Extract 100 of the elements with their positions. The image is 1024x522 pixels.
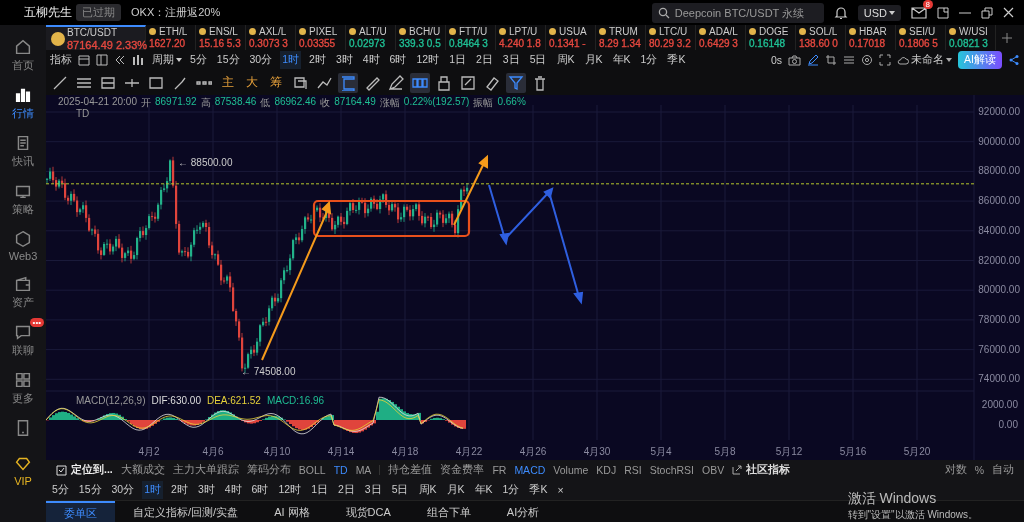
period-tab[interactable]: 3日: [500, 51, 522, 69]
bell-icon[interactable]: [833, 5, 848, 20]
sidebar-item[interactable]: 更多: [2, 366, 44, 406]
crop-icon[interactable]: [825, 54, 838, 66]
ticker-tab[interactable]: PIXEL 0.03355: [296, 25, 346, 50]
scale-option[interactable]: %: [974, 464, 984, 476]
scale-option[interactable]: 对数: [944, 463, 967, 477]
period-tab[interactable]: 5日: [527, 51, 549, 69]
period-tab[interactable]: 2日: [473, 51, 495, 69]
settings-icon[interactable]: [861, 54, 874, 66]
bottom-tab[interactable]: AI 网格: [256, 501, 328, 522]
bottom-tab[interactable]: 组合下单: [408, 501, 489, 522]
candle-icon[interactable]: [132, 54, 146, 66]
period-tab[interactable]: 3时: [333, 51, 355, 69]
search-field[interactable]: Deepcoin BTC/USDT 永续: [651, 2, 824, 23]
period-tab[interactable]: 6时: [387, 51, 409, 69]
period-tab[interactable]: 1时: [142, 481, 164, 499]
add-icon[interactable]: [1002, 32, 1012, 43]
period-tab[interactable]: 2日: [335, 481, 357, 499]
list-icon[interactable]: [843, 54, 856, 66]
sidebar-item[interactable]: 行情: [2, 81, 44, 121]
period-tab[interactable]: 周K: [554, 51, 577, 69]
period-tab[interactable]: 5日: [389, 481, 411, 499]
period-tab[interactable]: 1日: [309, 481, 330, 499]
indicator-tab[interactable]: KDJ: [596, 464, 617, 476]
sidebar-item[interactable]: VIP: [2, 450, 44, 487]
close-button[interactable]: ×: [555, 482, 566, 498]
period-tab[interactable]: 2时: [307, 51, 328, 69]
indicator-button[interactable]: 指标: [50, 53, 72, 67]
ticker-tab[interactable]: FTT/U 0.8464 3: [446, 25, 496, 50]
indicator-tab[interactable]: 主力大单跟踪: [172, 463, 239, 477]
period-tab[interactable]: 季K: [527, 481, 550, 499]
layout-icon[interactable]: [96, 54, 108, 66]
period-tab[interactable]: 15分: [76, 481, 104, 499]
bottom-tab[interactable]: 委单区: [46, 501, 115, 522]
indicator-tab[interactable]: Volume: [553, 464, 589, 476]
close-icon[interactable]: [1003, 7, 1014, 18]
filter-tool[interactable]: [506, 72, 526, 93]
ticker-tab[interactable]: BTC/USDT 87164.49 2.33%: [46, 25, 146, 50]
pencil-icon[interactable]: [807, 54, 820, 66]
study-tool[interactable]: 主: [218, 72, 238, 93]
indicator-tab[interactable]: 筹码分布: [246, 463, 291, 477]
period-tab[interactable]: 5分: [188, 51, 209, 69]
period-tab[interactable]: 4时: [360, 51, 382, 69]
layout-name-dropdown[interactable]: 未命名: [897, 53, 953, 67]
study-tool[interactable]: 筹: [266, 72, 286, 93]
mail-icon[interactable]: [911, 6, 927, 19]
ticker-tab[interactable]: SEI/U 0.1806 5: [896, 25, 946, 50]
indicator-tab[interactable]: StochRSI: [649, 464, 695, 476]
ticker-tab[interactable]: USUA 0.1341 -: [546, 25, 596, 50]
period-tab[interactable]: 年K: [610, 51, 633, 69]
ticker-tab[interactable]: W/USI 0.0821 3: [946, 25, 996, 50]
share-icon[interactable]: [1008, 54, 1020, 66]
indicator-tab[interactable]: 大额成交: [120, 463, 165, 477]
ticker-tab[interactable]: AXL/L 0.3073 3: [246, 25, 296, 50]
period-tab[interactable]: 1日: [447, 51, 468, 69]
ticker-tab[interactable]: ETH/L 1627.20: [146, 25, 196, 50]
period-tab[interactable]: 周K: [416, 481, 439, 499]
indicator-tab[interactable]: RSI: [624, 464, 642, 476]
ticker-tab[interactable]: ENS/L 15.16 5.3: [196, 25, 246, 50]
sidebar-item[interactable]: 资产: [2, 270, 44, 310]
sidebar-item[interactable]: 策略: [2, 177, 44, 217]
window-icon[interactable]: [78, 54, 90, 66]
period-tab[interactable]: 5分: [50, 481, 71, 499]
indicator-tab[interactable]: MA: [355, 464, 372, 476]
promo-link[interactable]: OKX：注册返20%: [131, 5, 221, 20]
scale-option[interactable]: 自动: [992, 463, 1014, 477]
rewind-icon[interactable]: [114, 54, 126, 66]
period-tab[interactable]: 季K: [665, 51, 688, 69]
period-tab[interactable]: 15分: [214, 51, 242, 69]
currency-select[interactable]: USD: [857, 4, 901, 21]
sidebar-item[interactable]: Web3: [2, 225, 44, 262]
sidebar-item[interactable]: 首页: [2, 33, 44, 73]
period-tab[interactable]: 月K: [582, 51, 605, 69]
indicator-tab[interactable]: TD: [333, 464, 348, 476]
period-tab[interactable]: 30分: [247, 51, 275, 69]
period-tab[interactable]: 2时: [169, 481, 190, 499]
ticker-tab[interactable]: ALT/U 0.02973: [346, 25, 396, 50]
period-tab[interactable]: 6时: [249, 481, 271, 499]
period-tab[interactable]: 3日: [362, 481, 384, 499]
study-tool[interactable]: 大: [242, 72, 262, 93]
minimize-icon[interactable]: [959, 11, 971, 14]
period-tab[interactable]: 4时: [222, 481, 244, 499]
ticker-tab[interactable]: LTC/U 80.29 3.2: [646, 25, 696, 50]
indicator-tab[interactable]: 资金费率: [440, 463, 485, 477]
bottom-tab[interactable]: 现货DCA: [327, 501, 409, 522]
period-tab[interactable]: 12时: [276, 481, 304, 499]
camera-icon[interactable]: [788, 54, 802, 66]
period-tab[interactable]: 1分: [638, 51, 660, 69]
period-dropdown[interactable]: 周期: [152, 53, 182, 67]
period-tab[interactable]: 1时: [280, 51, 302, 69]
popout-icon[interactable]: [937, 6, 949, 19]
indicator-tab[interactable]: MACD: [514, 464, 546, 476]
ticker-tab[interactable]: LPT/U 4.240 1.8: [496, 25, 546, 50]
restore-icon[interactable]: [981, 6, 993, 19]
indicator-tab[interactable]: 持仓差值: [388, 463, 433, 477]
period-tab[interactable]: 12时: [414, 51, 442, 69]
ticker-tab[interactable]: SOL/L 138.60 0: [796, 25, 846, 50]
ticker-tab[interactable]: TRUM 8.29 1.34: [596, 25, 646, 50]
period-tab[interactable]: 30分: [109, 481, 137, 499]
